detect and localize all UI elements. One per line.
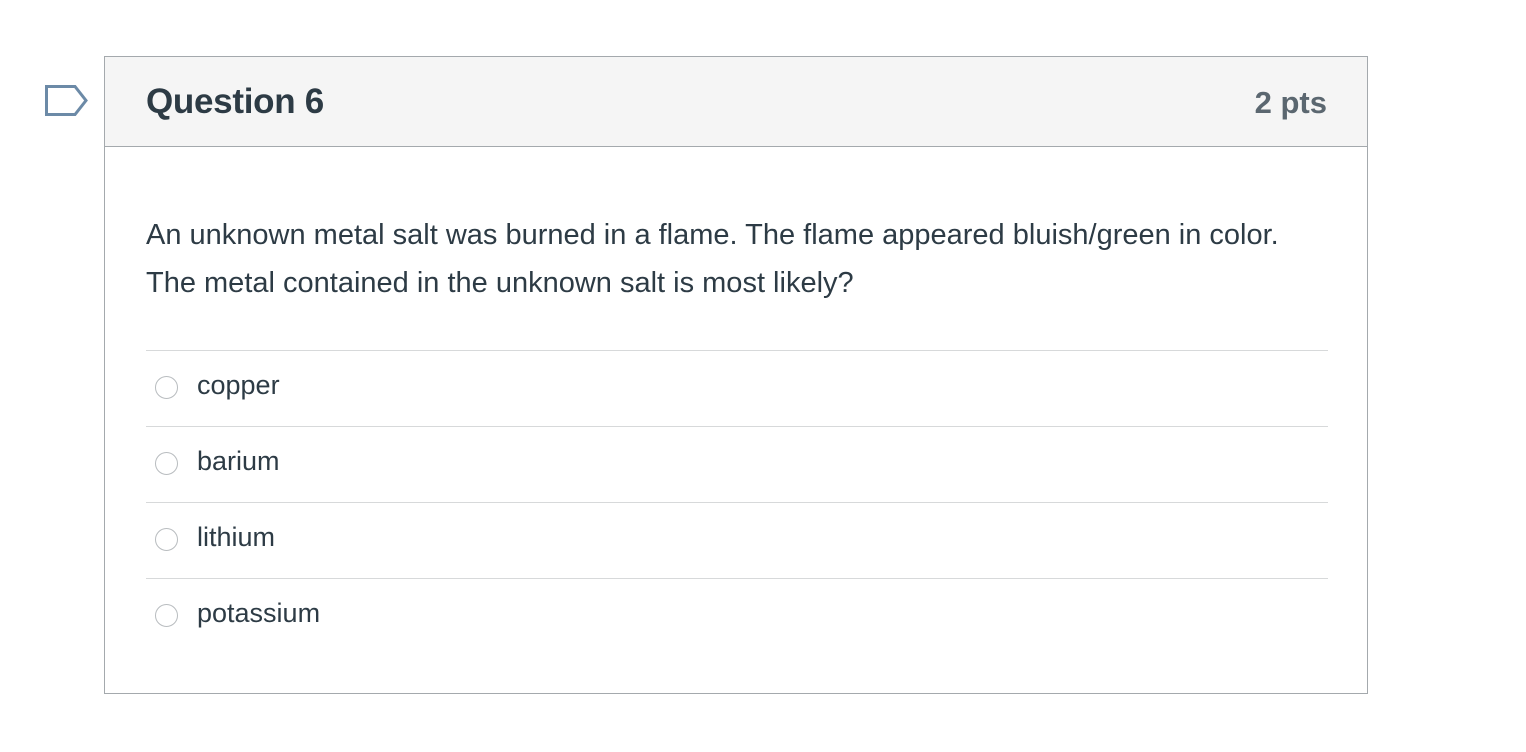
question-header: Question 6 2 pts xyxy=(105,57,1367,147)
question-text: An unknown metal salt was burned in a fl… xyxy=(146,219,1279,299)
question-points: 2 pts xyxy=(1254,85,1327,120)
answer-option-lithium[interactable]: lithium xyxy=(146,502,1328,578)
answer-label[interactable]: copper xyxy=(197,370,280,401)
radio-button[interactable] xyxy=(155,528,178,551)
answer-option-copper[interactable]: copper xyxy=(146,350,1328,426)
radio-button[interactable] xyxy=(155,452,178,475)
answer-label[interactable]: barium xyxy=(197,446,280,477)
radio-button[interactable] xyxy=(155,376,178,399)
answer-label[interactable]: lithium xyxy=(197,522,275,553)
question-title: Question 6 xyxy=(146,82,324,121)
answer-option-barium[interactable]: barium xyxy=(146,426,1328,502)
answer-label[interactable]: potassium xyxy=(197,598,320,629)
flag-question-icon[interactable] xyxy=(45,85,89,117)
answer-list: copper barium lithium potassium xyxy=(146,350,1328,654)
radio-button[interactable] xyxy=(155,604,178,627)
answer-option-potassium[interactable]: potassium xyxy=(146,578,1328,654)
question-card: Question 6 2 pts An unknown metal salt w… xyxy=(104,56,1368,694)
